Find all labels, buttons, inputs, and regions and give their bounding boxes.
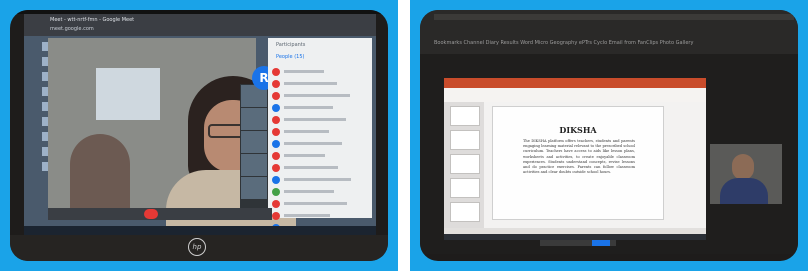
slide-body: The DIKSHA platform offers teachers, stu…	[523, 139, 635, 175]
presenter-head	[732, 154, 754, 180]
participant-avatar-dot	[272, 176, 280, 184]
participant-name-line	[284, 214, 330, 217]
slide-thumbnail	[450, 202, 480, 222]
stop-sharing-button	[592, 240, 610, 246]
participant-name-line	[284, 106, 333, 109]
participant-tile	[241, 131, 267, 153]
hp-logo: hp	[188, 238, 206, 256]
laptop-base: hp	[10, 235, 388, 261]
participant-name-line	[284, 202, 347, 205]
participant-avatar-dot	[272, 140, 280, 148]
panel-tab: People (15)	[276, 54, 305, 60]
browser-chrome: Bookmarks Channel Diary Results Word Mic…	[420, 10, 798, 54]
participant-avatar-dot	[272, 92, 280, 100]
participant-tile	[241, 177, 267, 199]
participant-name-line	[284, 118, 346, 121]
participant-name-line	[284, 130, 329, 133]
participant-tile	[241, 108, 267, 130]
participant-name-line	[284, 94, 350, 97]
participant-avatar-dot	[272, 80, 280, 88]
participant-tile	[241, 154, 267, 176]
slide-thumbnail	[450, 106, 480, 126]
participant-row	[268, 138, 372, 150]
participant-list	[268, 66, 372, 234]
meet-video-area	[48, 38, 296, 232]
participant-row	[268, 174, 372, 186]
call-controls-bar	[48, 208, 272, 220]
slide-thumbnail	[450, 130, 480, 150]
laptop-screen: Meet - wtt-nrtf-fmn - Google Meet meet.g…	[24, 14, 376, 232]
participant-name-line	[284, 154, 325, 157]
participant-row	[268, 90, 372, 102]
participant-avatar-dot	[272, 128, 280, 136]
participant-name-line	[284, 142, 342, 145]
end-call-button	[144, 209, 158, 219]
browser-url: meet.google.com	[50, 26, 94, 32]
bookmarks-bar: Bookmarks Channel Diary Results Word Mic…	[434, 40, 694, 46]
participant-avatar-dot	[272, 164, 280, 172]
ppt-toolbar	[444, 88, 706, 102]
current-slide: DIKSHA The DIKSHA platform offers teache…	[492, 106, 664, 220]
presenter-camera-tile	[710, 144, 782, 204]
powerpoint-window: DIKSHA The DIKSHA platform offers teache…	[444, 78, 706, 234]
participant-avatar-dot	[272, 68, 280, 76]
participant-row	[268, 78, 372, 90]
participant-name-line	[284, 190, 334, 193]
participant-avatar-dot	[272, 152, 280, 160]
participant-row	[268, 210, 372, 222]
browser-bar: Meet - wtt-nrtf-fmn - Google Meet meet.g…	[24, 14, 376, 36]
participant-avatar-dot	[272, 212, 280, 220]
participant-row	[268, 198, 372, 210]
participant-row	[268, 126, 372, 138]
participant-row	[268, 66, 372, 78]
participant-avatar-dot	[272, 188, 280, 196]
photo-presentation-screen: Bookmarks Channel Diary Results Word Mic…	[420, 10, 798, 261]
participant-name-line	[284, 70, 324, 73]
participant-row	[268, 150, 372, 162]
participant-name-line	[284, 82, 337, 85]
participant-row	[268, 186, 372, 198]
photo-frame-left: Meet - wtt-nrtf-fmn - Google Meet meet.g…	[0, 0, 398, 271]
participant-row	[268, 162, 372, 174]
participants-panel: Participants People (15)	[268, 38, 372, 232]
windows-taskbar	[24, 226, 376, 235]
participant-avatar-dot	[272, 104, 280, 112]
slide-title: DIKSHA	[559, 125, 597, 135]
participant-avatar-dot	[272, 116, 280, 124]
browser-tabs	[434, 14, 794, 20]
background-person	[70, 134, 130, 214]
photo-frame-right: Bookmarks Channel Diary Results Word Mic…	[410, 0, 808, 271]
participant-row	[268, 102, 372, 114]
background-window	[96, 68, 160, 120]
participant-name-line	[284, 166, 338, 169]
participant-name-line	[284, 178, 351, 181]
slide-thumbnail	[450, 178, 480, 198]
participant-tiles	[240, 84, 268, 210]
presenter-body	[720, 178, 768, 204]
participant-row	[268, 114, 372, 126]
slide-thumbnail	[450, 154, 480, 174]
panel-title: Participants	[276, 42, 306, 48]
participant-avatar-dot	[272, 200, 280, 208]
browser-title: Meet - wtt-nrtf-fmn - Google Meet	[50, 17, 135, 23]
photo-laptop-video-call: Meet - wtt-nrtf-fmn - Google Meet meet.g…	[10, 10, 388, 261]
slide-thumbnails	[444, 102, 484, 228]
